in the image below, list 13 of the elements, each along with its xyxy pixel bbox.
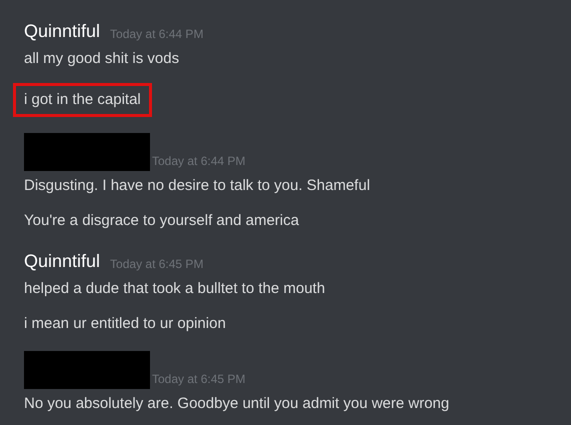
timestamp: Today at 6:45 PM [110,256,204,273]
message-text: helped a dude that took a bulltet to the mouth [24,279,326,299]
message-text: You're a disgrace to yourself and america [24,211,299,231]
message-text: i mean ur entitled to ur opinion [24,314,226,334]
message-text: Disgusting. I have no desire to talk to you. Shameful [24,176,370,196]
username[interactable]: Quinntiful [24,18,100,44]
message-text: i got in the capital [13,83,152,117]
timestamp: Today at 6:44 PM [152,153,246,170]
timestamp: Today at 6:45 PM [152,371,246,388]
username[interactable]: Quinntiful [24,248,100,274]
message-text: all my good shit is vods [24,49,180,69]
message-text: No you absolutely are. Goodbye until you admit you were wrong [24,394,450,414]
timestamp: Today at 6:44 PM [110,26,204,43]
